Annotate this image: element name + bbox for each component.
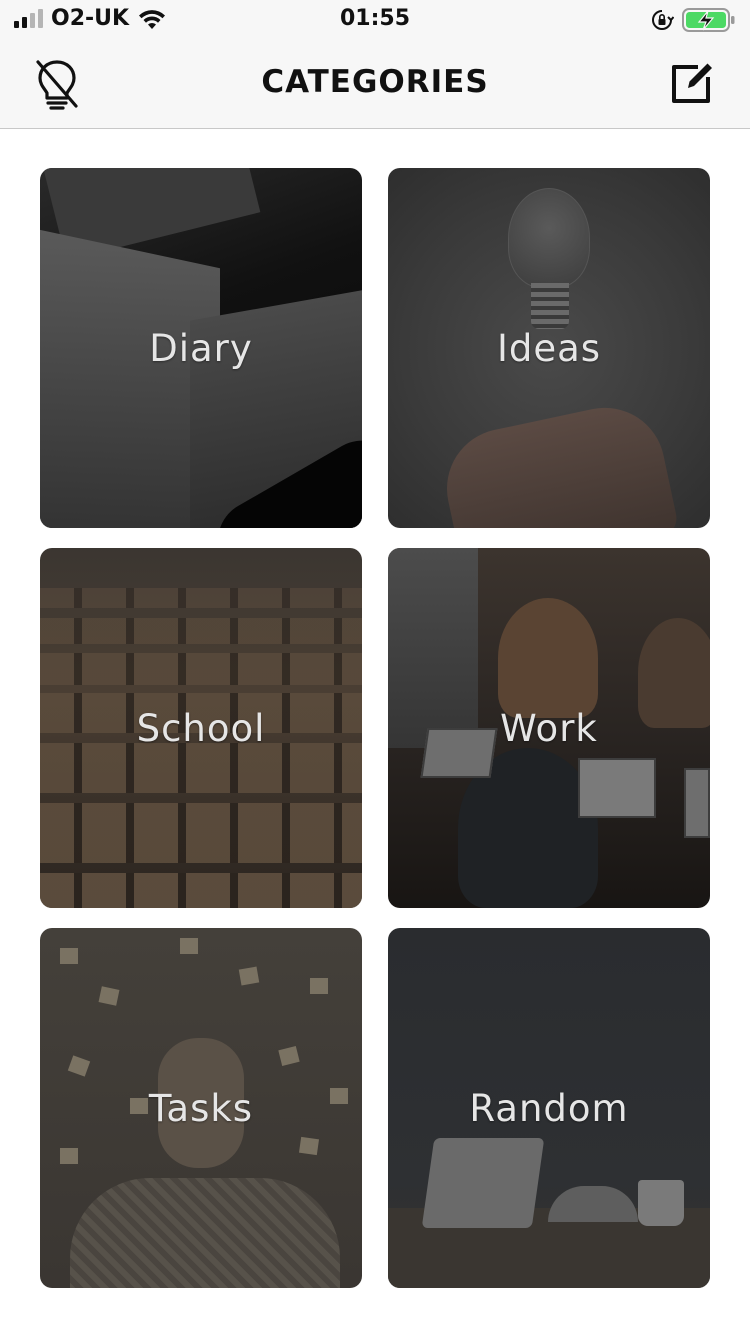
page-title: CATEGORIES xyxy=(261,64,489,100)
compose-button[interactable] xyxy=(668,56,718,108)
category-label: Random xyxy=(469,1086,629,1130)
category-tile-diary[interactable]: Diary xyxy=(40,168,362,528)
status-bar: O2-UK 01:55 xyxy=(0,0,750,42)
orientation-lock-icon xyxy=(650,8,675,32)
battery-charging-icon xyxy=(682,7,736,33)
category-label: Tasks xyxy=(148,1086,254,1130)
category-tile-random[interactable]: Random xyxy=(388,928,710,1288)
category-label: Ideas xyxy=(496,326,602,370)
compose-icon xyxy=(670,59,716,105)
category-tile-school[interactable]: School xyxy=(40,548,362,908)
category-tile-ideas[interactable]: Ideas xyxy=(388,168,710,528)
category-label: Diary xyxy=(149,326,253,370)
nav-bar: CATEGORIES xyxy=(0,42,750,129)
category-label: Work xyxy=(500,706,598,750)
category-tile-tasks[interactable]: Tasks xyxy=(40,928,362,1288)
category-label: School xyxy=(136,706,266,750)
status-right xyxy=(650,7,736,33)
status-time: 01:55 xyxy=(339,6,411,31)
category-tile-work[interactable]: Work xyxy=(388,548,710,908)
